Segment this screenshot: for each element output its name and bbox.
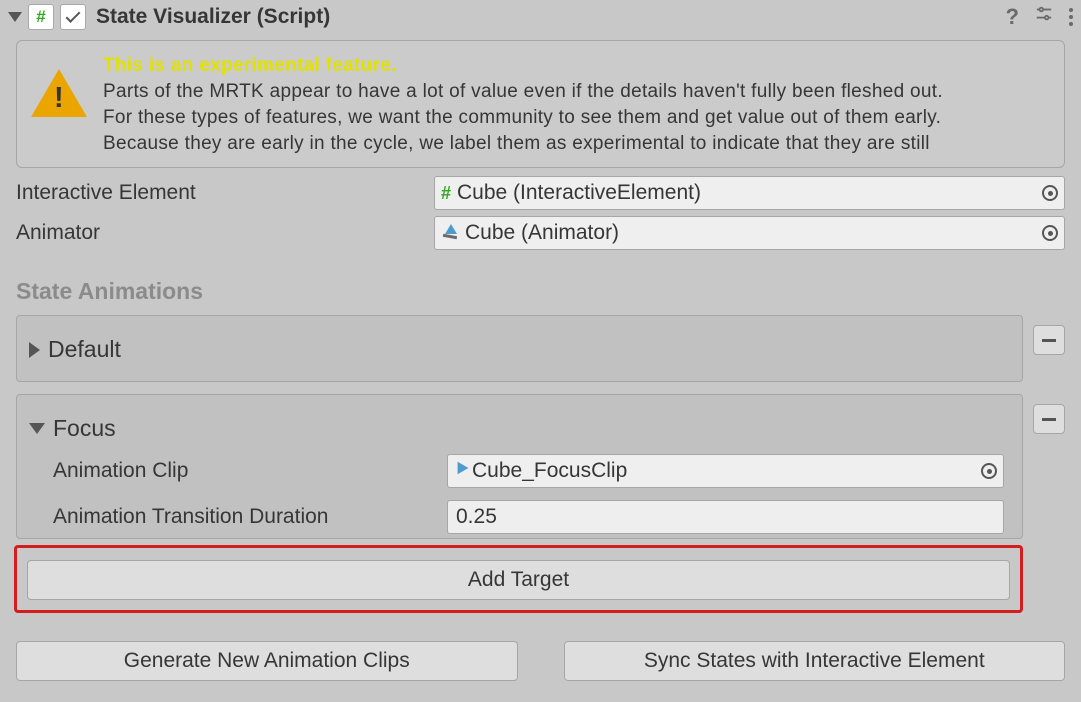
warning-icon: ! [31,69,87,117]
warning-heading: This is an experimental feature. [103,53,943,79]
animation-clip-label: Animation Clip [53,459,447,483]
state-focus-header[interactable]: Focus [29,415,1004,442]
remove-focus-button[interactable] [1033,404,1065,434]
state-focus-group: Focus Animation Clip Cube_FocusClip Anim… [16,394,1023,539]
animator-field[interactable]: Cube (Animator) [434,216,1065,250]
component-foldout-icon[interactable] [8,12,22,22]
chevron-down-icon [29,423,45,434]
remove-default-button[interactable] [1033,325,1065,355]
add-target-highlight: Add Target [14,545,1023,613]
sync-states-button[interactable]: Sync States with Interactive Element [564,641,1066,681]
warning-line: For these types of features, we want the… [103,105,943,131]
component-title: State Visualizer (Script) [96,5,1006,29]
chevron-right-icon [29,342,40,358]
transition-duration-label: Animation Transition Duration [53,505,447,529]
warning-line: Because they are early in the cycle, we … [103,131,943,157]
script-icon: # [28,4,54,30]
animator-icon [441,224,461,242]
object-picker-icon[interactable] [1042,185,1058,201]
state-animations-heading: State Animations [16,278,1065,305]
preset-icon[interactable] [1035,5,1053,29]
add-target-button[interactable]: Add Target [27,560,1010,600]
animation-clip-icon [454,459,472,483]
script-icon: # [441,183,451,204]
interactive-element-label: Interactive Element [16,181,434,205]
interactive-element-field[interactable]: # Cube (InteractiveElement) [434,176,1065,210]
component-enabled-checkbox[interactable] [60,4,86,30]
object-picker-icon[interactable] [981,463,997,479]
context-menu-icon[interactable] [1069,8,1073,26]
state-default-group[interactable]: Default [16,315,1023,382]
state-default-label: Default [48,336,121,363]
animation-clip-value: Cube_FocusClip [472,459,981,483]
object-picker-icon[interactable] [1042,225,1058,241]
animator-value: Cube (Animator) [465,221,1042,245]
interactive-element-value: Cube (InteractiveElement) [457,181,1042,205]
transition-duration-input[interactable] [447,500,1004,534]
help-icon[interactable]: ? [1006,4,1019,30]
experimental-warning-box: ! This is an experimental feature. Parts… [16,40,1065,168]
generate-clips-button[interactable]: Generate New Animation Clips [16,641,518,681]
animation-clip-field[interactable]: Cube_FocusClip [447,454,1004,488]
state-focus-label: Focus [53,415,116,442]
warning-line: Parts of the MRTK appear to have a lot o… [103,79,943,105]
animator-label: Animator [16,221,434,245]
